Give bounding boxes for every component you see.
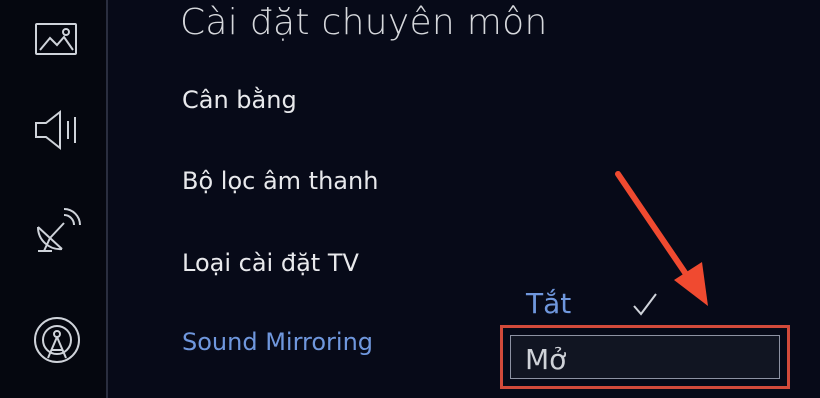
sidebar	[0, 0, 108, 398]
broadcast-icon[interactable]	[30, 205, 84, 259]
page-title: Cài đặt chuyên môn	[180, 2, 548, 43]
menu-item-balance[interactable]: Cân bằng	[182, 86, 297, 114]
arrow-icon	[608, 168, 738, 318]
menu-item-sound-mirroring[interactable]: Sound Mirroring	[182, 328, 373, 356]
network-icon[interactable]	[30, 314, 84, 368]
menu-item-tv-setup-type[interactable]: Loại cài đặt TV	[182, 249, 359, 277]
option-off[interactable]: Tắt	[526, 287, 571, 320]
highlight-box: Mở	[500, 325, 790, 389]
sound-icon[interactable]	[30, 103, 84, 157]
settings-panel: Cài đặt chuyên môn Cân bằng Bộ lọc âm th…	[108, 0, 820, 398]
option-on[interactable]: Mở	[510, 335, 780, 379]
picture-icon[interactable]	[30, 12, 84, 66]
menu-item-audio-filter[interactable]: Bộ lọc âm thanh	[182, 167, 378, 195]
